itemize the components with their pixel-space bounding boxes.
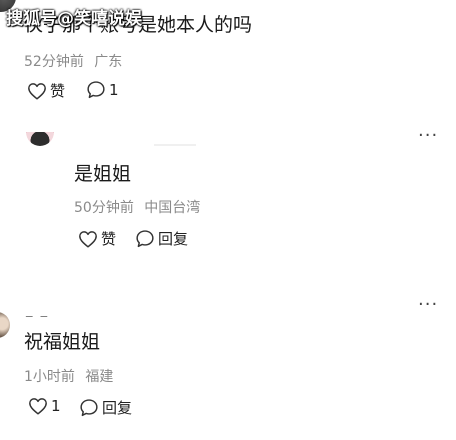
heart-outline-icon [78,230,101,248]
comment-text: 是姐姐 [74,163,132,185]
reply-button[interactable]: 回复 [79,397,132,418]
heart-outline-icon [28,397,51,415]
comment-location: 中国台湾 [144,200,201,216]
comment-time: 1小时前 [24,369,75,385]
more-horizontal-icon: ··· [418,125,439,146]
reply-button[interactable]: 1 [86,80,119,99]
comment-meta: 52分钟前 广东 [24,51,122,71]
username[interactable]: _ _ [26,303,49,318]
like-button[interactable]: 赞 [27,80,65,101]
comment-time: 50分钟前 [74,200,134,216]
heart-outline-icon [27,82,50,100]
like-button[interactable]: 1 [28,397,61,415]
comment-time: 52分钟前 [24,54,84,70]
avatar[interactable] [0,312,10,338]
reply-count: 1 [109,80,119,99]
reply-label: 回复 [102,399,133,417]
like-label: 赞 [101,230,117,248]
speech-bubble-icon [79,398,102,417]
comment-text: 祝福姐姐 [24,331,101,353]
more-horizontal-icon: ··· [418,294,439,315]
username-placeholder [154,144,196,146]
more-options-button[interactable]: ··· [418,296,438,314]
speech-bubble-icon [135,229,158,248]
comment-location: 广东 [94,54,123,70]
speech-bubble-icon [86,80,109,99]
like-button[interactable]: 赞 [78,228,116,249]
comment-meta: 50分钟前 中国台湾 [74,197,200,217]
like-label: 赞 [50,82,66,100]
more-options-button[interactable]: ··· [418,127,438,145]
like-count: 1 [51,397,61,415]
reply-label: 回复 [158,230,189,248]
watermark-text: 搜狐号@笑嘻说娱 [6,9,142,29]
comment-meta: 1小时前 福建 [24,366,113,386]
comment-location: 福建 [85,369,114,385]
reply-button[interactable]: 回复 [135,228,188,249]
avatar[interactable] [26,132,54,154]
